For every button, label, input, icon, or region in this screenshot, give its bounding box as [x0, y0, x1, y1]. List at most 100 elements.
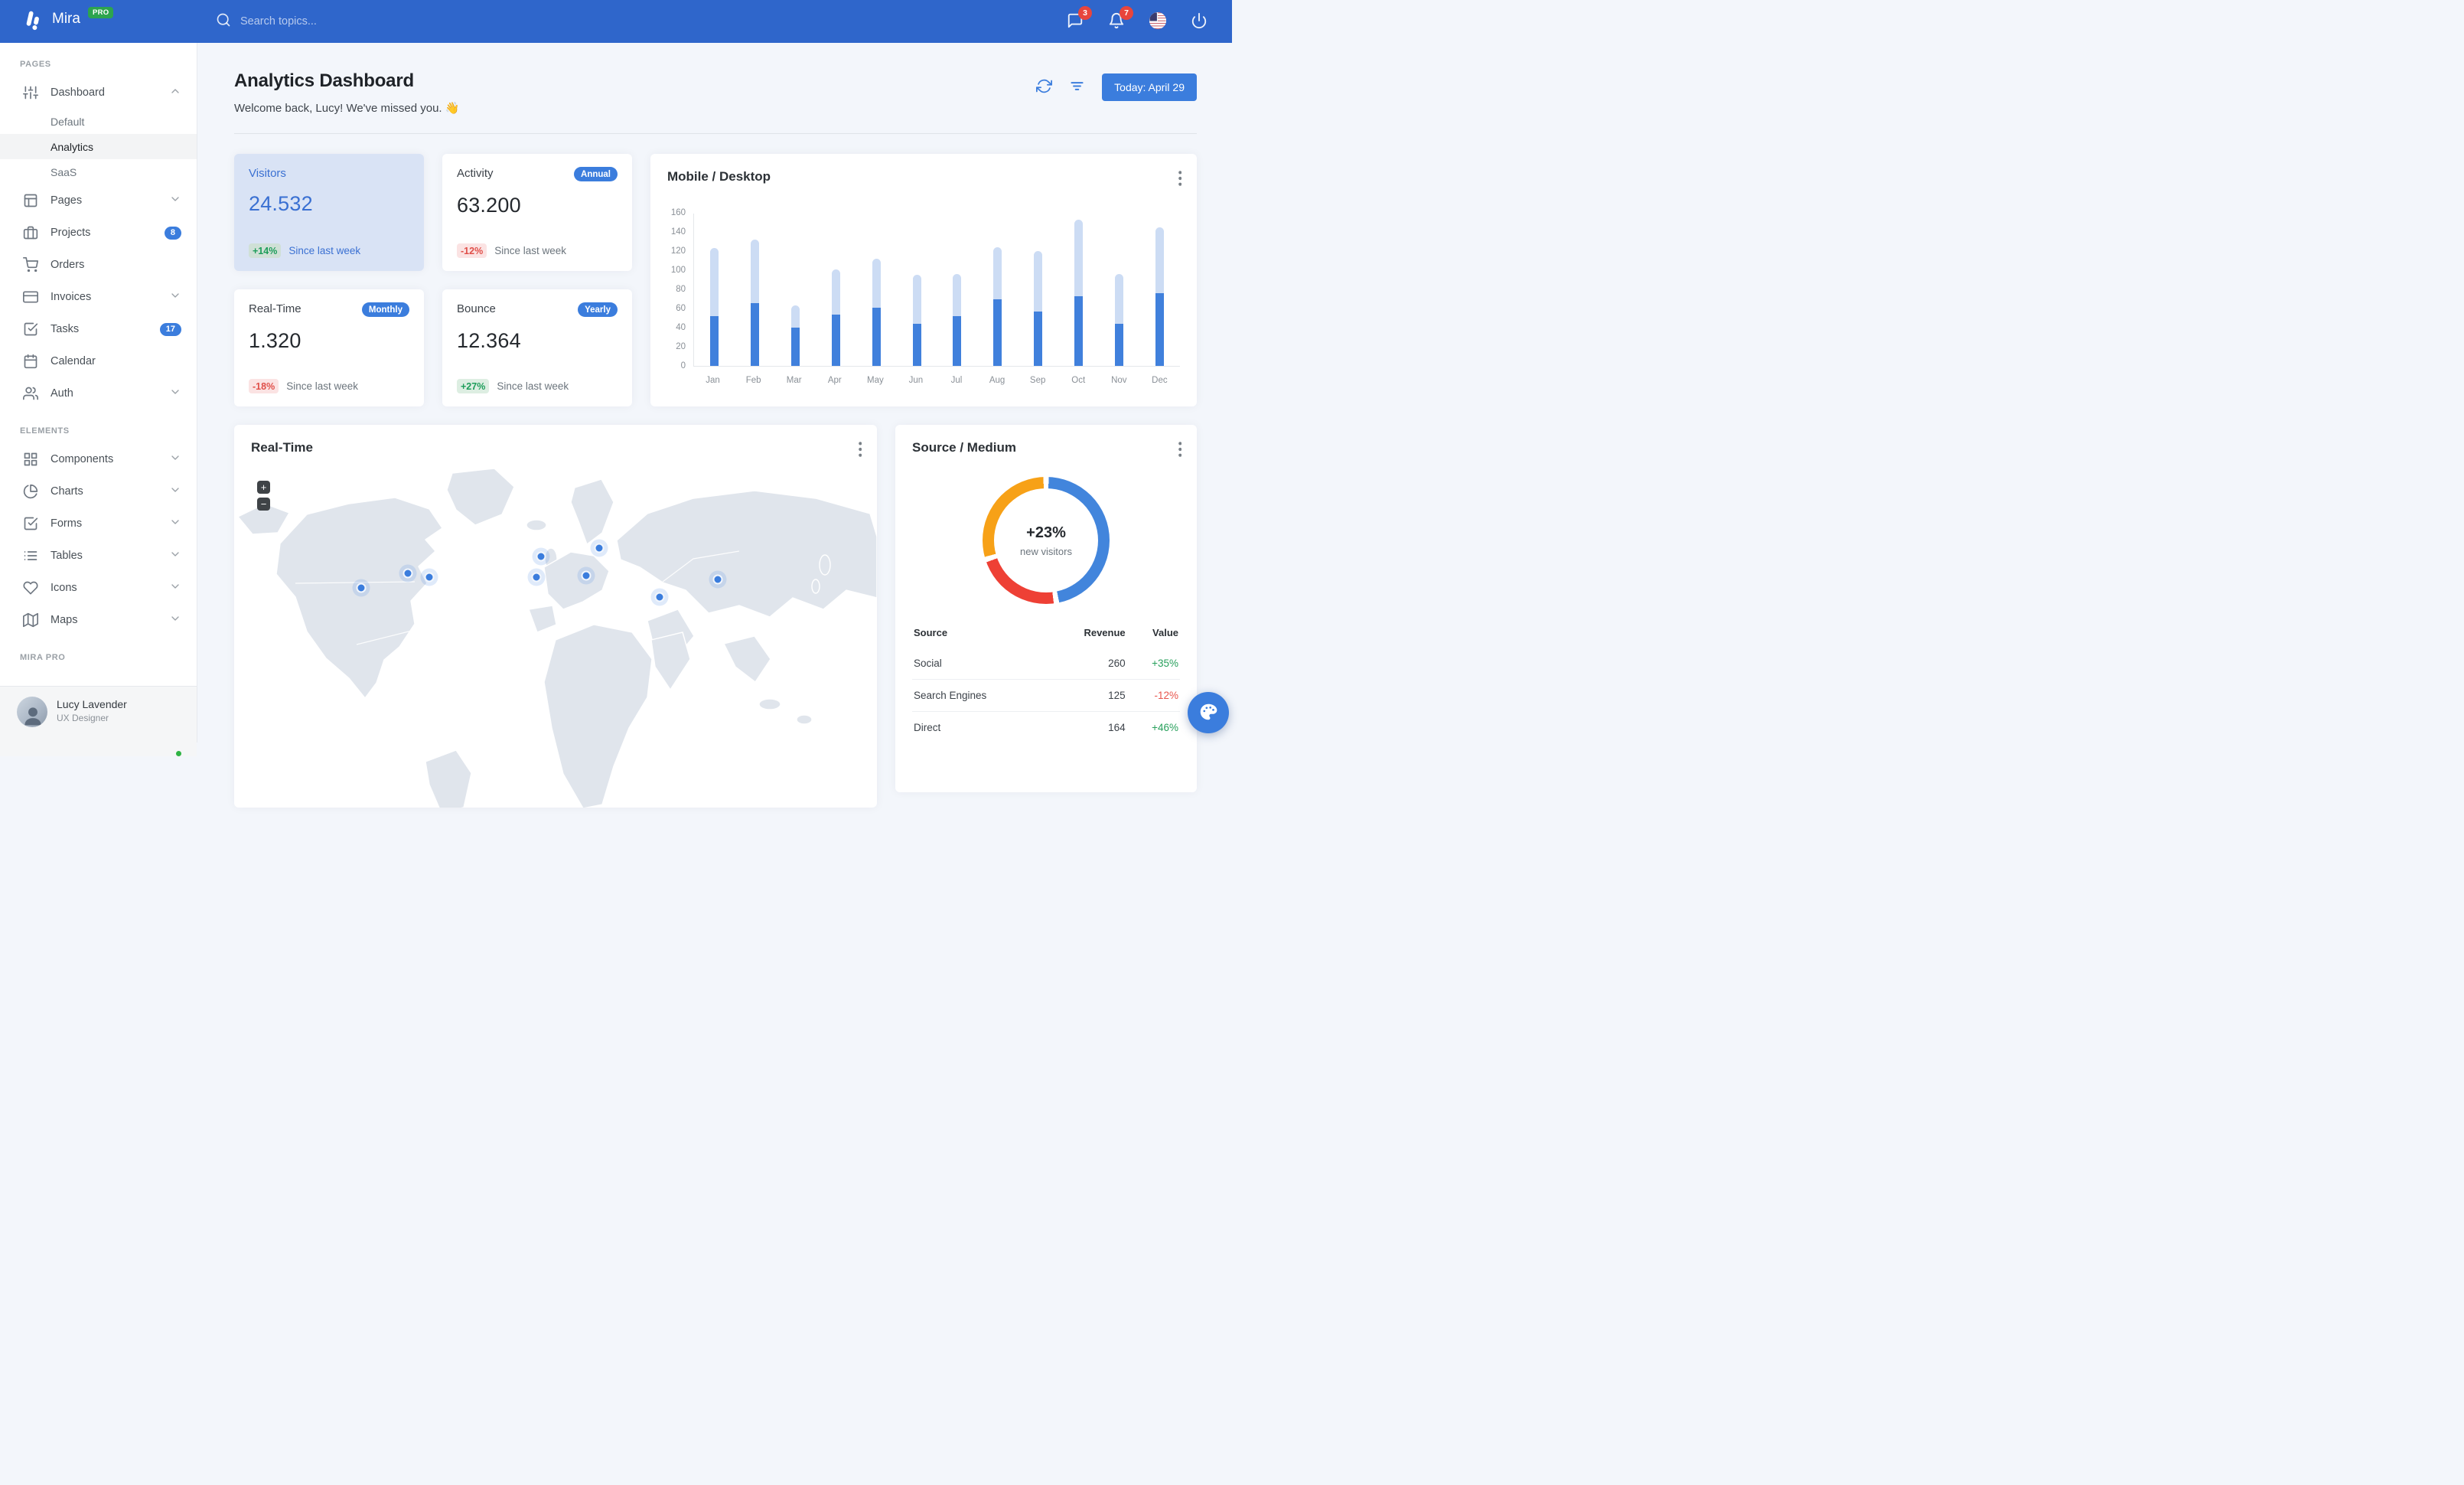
map-marker-9[interactable]: [712, 574, 723, 585]
online-status-dot: [174, 749, 183, 758]
mobile-desktop-chart-card: Mobile / Desktop 160 140 120 100 80 60 40 20 0 J…: [650, 154, 1197, 406]
source-title: Source / Medium: [912, 440, 1017, 455]
world-map-svg: [237, 468, 877, 808]
sidebar-item-tasks[interactable]: Tasks 17: [0, 313, 197, 345]
filter-icon: [1069, 78, 1085, 96]
notifications-button[interactable]: 7: [1107, 6, 1133, 31]
mira-logo-icon: [21, 8, 44, 35]
sidebar-item-calendar[interactable]: Calendar: [0, 345, 197, 377]
revenue-cell: 164: [1047, 711, 1127, 743]
sidebar-item-label: Projects: [51, 227, 91, 239]
calendar-icon: [23, 354, 38, 369]
bar-aug: [977, 214, 1018, 366]
stat-delta-chip: +27%: [457, 379, 490, 393]
sidebar-item-charts[interactable]: Charts: [0, 475, 197, 508]
credit-card-icon: [23, 289, 38, 305]
chart-y-axis: 160 140 120 100 80 60 40 20 0: [670, 208, 686, 370]
layout-icon: [23, 193, 38, 208]
map-menu-button[interactable]: [854, 437, 867, 464]
map-marker-7[interactable]: [581, 570, 592, 581]
source-menu-button[interactable]: [1174, 437, 1187, 464]
sidebar-item-auth[interactable]: Auth: [0, 377, 197, 410]
today-button[interactable]: Today: April 29: [1102, 73, 1197, 101]
filter-button[interactable]: [1069, 78, 1085, 96]
chevron-down-icon: [169, 516, 181, 531]
stat-card-realtime: Real-Time Monthly 1.320 -18% Since last …: [234, 289, 424, 406]
brand-name: Mira: [52, 10, 80, 27]
map-marker-8[interactable]: [654, 592, 665, 602]
sidebar-item-label: Pages: [51, 194, 83, 207]
stat-value: 63.200: [457, 194, 521, 217]
sidebar-item-label: Tables: [51, 550, 83, 562]
sidebar-item-label: Orders: [51, 259, 85, 271]
palette-icon: [1198, 702, 1218, 724]
sidebar-item-label: Maps: [51, 614, 78, 626]
map-zoom-out-button[interactable]: −: [257, 498, 270, 511]
map-marker-1[interactable]: [356, 583, 367, 593]
search-box: [216, 12, 1065, 31]
sidebar-subitem-default[interactable]: Default: [0, 109, 197, 134]
bar-may: [856, 214, 897, 366]
sidebar-item-label: Auth: [51, 387, 73, 400]
donut-center-value: +23%: [1026, 524, 1066, 541]
sidebar-item-maps[interactable]: Maps: [0, 604, 197, 636]
sidebar-user[interactable]: Lucy Lavender UX Designer: [0, 686, 197, 758]
list-icon: [23, 548, 38, 563]
page-subtitle: Welcome back, Lucy! We've missed you. 👋: [234, 102, 460, 115]
search-icon: [216, 12, 231, 31]
sidebar-item-dashboard[interactable]: Dashboard: [0, 77, 197, 109]
check-square-icon: [23, 321, 38, 337]
col-header-value: Value: [1152, 627, 1178, 638]
chevron-down-icon: [169, 193, 181, 208]
sidebar-item-components[interactable]: Components: [0, 443, 197, 475]
messages-button[interactable]: 3: [1065, 6, 1092, 31]
bar-jun: [897, 214, 937, 366]
sidebar-item-pages[interactable]: Pages: [0, 184, 197, 217]
map-marker-3[interactable]: [424, 572, 435, 583]
map-marker-4[interactable]: [536, 551, 546, 562]
sidebar-subitem-analytics[interactable]: Analytics: [0, 134, 197, 159]
sidebar-item-label: Forms: [51, 517, 83, 530]
map-title: Real-Time: [251, 440, 313, 455]
bar-chart-plot: [693, 214, 1180, 367]
stat-period-badge[interactable]: Yearly: [578, 302, 618, 317]
bar-mar: [775, 214, 816, 366]
refresh-button[interactable]: [1036, 78, 1053, 96]
sidebar-subitem-saas[interactable]: SaaS: [0, 159, 197, 184]
search-input[interactable]: [240, 15, 470, 28]
chevron-down-icon: [169, 612, 181, 628]
sidebar-item-tables[interactable]: Tables: [0, 540, 197, 572]
brand[interactable]: Mira PRO: [0, 6, 197, 35]
stat-period-badge[interactable]: Monthly: [361, 302, 409, 317]
chevron-down-icon: [169, 452, 181, 467]
sidebar-item-label: Components: [51, 453, 114, 465]
bar-feb: [735, 214, 775, 366]
map-marker-5[interactable]: [594, 543, 605, 553]
sliders-icon: [23, 85, 38, 100]
language-flag-button[interactable]: [1148, 11, 1168, 31]
source-table: Source Revenue Value Social 260 +35% Search…: [912, 621, 1180, 743]
map-zoom-in-button[interactable]: +: [257, 481, 270, 494]
sidebar-item-forms[interactable]: Forms: [0, 508, 197, 540]
stat-title: Bounce: [457, 302, 496, 315]
stat-note: Since last week: [497, 380, 569, 392]
bar-oct: [1058, 214, 1099, 366]
refresh-icon: [1036, 78, 1053, 96]
theme-settings-fab[interactable]: [1188, 692, 1229, 733]
world-map[interactable]: + −: [234, 467, 877, 808]
stat-card-bounce: Bounce Yearly 12.364 +27% Since last wee…: [442, 289, 632, 406]
sidebar-item-orders[interactable]: Orders: [0, 249, 197, 281]
chevron-down-icon: [169, 484, 181, 499]
messages-count-badge: 3: [1078, 6, 1092, 20]
sidebar-item-icons[interactable]: Icons: [0, 572, 197, 604]
chart-menu-button[interactable]: [1174, 166, 1187, 193]
source-cell: Social: [914, 658, 942, 669]
sidebar-item-invoices[interactable]: Invoices: [0, 281, 197, 313]
pro-badge: PRO: [87, 6, 114, 18]
map-marker-2[interactable]: [403, 568, 413, 579]
map-marker-6[interactable]: [531, 572, 542, 583]
stat-period-badge[interactable]: Annual: [574, 167, 618, 181]
stat-card-activity: Activity Annual 63.200 -12% Since last w…: [442, 154, 632, 271]
sidebar-item-projects[interactable]: Projects 8: [0, 217, 197, 249]
logout-button[interactable]: [1189, 11, 1209, 31]
